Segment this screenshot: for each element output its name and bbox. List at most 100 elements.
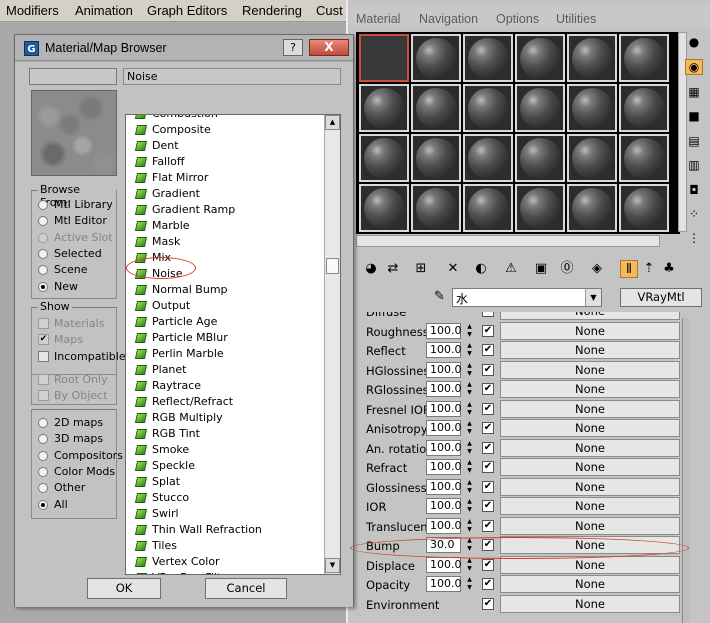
slots-horizontal-scrollbar[interactable]: [356, 235, 660, 247]
scroll-down-icon[interactable]: ▼: [325, 558, 340, 573]
radio-icon[interactable]: [38, 232, 48, 243]
make-unique-icon[interactable]: ⚠: [502, 260, 520, 278]
sample-type-icon[interactable]: ●: [685, 34, 703, 50]
map-enable-checkbox[interactable]: ✔: [482, 383, 494, 395]
radio-icon[interactable]: [38, 466, 48, 477]
material-slot[interactable]: [411, 34, 461, 82]
map-slot-button[interactable]: None: [500, 575, 680, 593]
menu-utilities[interactable]: Utilities: [556, 12, 596, 26]
make-preview-icon[interactable]: ▥: [685, 157, 703, 173]
params-scrollbar[interactable]: [682, 318, 690, 623]
material-slot[interactable]: [411, 134, 461, 182]
map-amount-field[interactable]: 100.0: [426, 556, 462, 573]
radio-icon[interactable]: [38, 281, 48, 292]
map-amount-field[interactable]: 100.0: [426, 381, 462, 397]
map-slot-button[interactable]: None: [500, 516, 680, 535]
material-slot[interactable]: [515, 184, 565, 232]
material-slot[interactable]: [463, 184, 513, 232]
menu-graph-editors[interactable]: Graph Editors: [147, 3, 227, 18]
menu-animation[interactable]: Animation: [75, 3, 133, 18]
map-enable-checkbox[interactable]: ✔: [482, 422, 494, 434]
map-enable-checkbox[interactable]: ✔: [482, 402, 494, 415]
map-amount-field[interactable]: 100.0: [426, 517, 462, 534]
radio-icon[interactable]: [38, 434, 48, 445]
material-slot[interactable]: [515, 34, 565, 82]
radio-icon[interactable]: [38, 200, 48, 210]
material-slot[interactable]: [463, 134, 513, 182]
spinner-icon[interactable]: ▲ ▼: [465, 440, 474, 456]
spinner-icon[interactable]: ▲ ▼: [465, 362, 474, 378]
close-button[interactable]: X: [309, 39, 349, 56]
map-enable-checkbox[interactable]: ✔: [482, 519, 494, 532]
spinner-icon[interactable]: ▲ ▼: [465, 401, 474, 417]
reset-map-icon[interactable]: ✕: [444, 260, 462, 278]
material-slot[interactable]: [463, 34, 513, 82]
radio-icon[interactable]: [38, 418, 48, 428]
material-name-field[interactable]: 水 ▼: [452, 288, 602, 307]
checkbox-icon[interactable]: [38, 390, 49, 402]
menu-navigation[interactable]: Navigation: [419, 12, 478, 26]
spinner-icon[interactable]: ▲ ▼: [465, 576, 474, 592]
video-color-check-icon[interactable]: ▤: [685, 133, 703, 149]
spinner-icon[interactable]: ▲ ▼: [465, 557, 474, 573]
material-slot[interactable]: [567, 84, 617, 132]
spinner-icon[interactable]: ▲ ▼: [465, 498, 474, 514]
map-amount-field[interactable]: 100.0: [426, 439, 462, 456]
radio-icon[interactable]: [38, 483, 48, 494]
scroll-thumb[interactable]: [326, 258, 339, 274]
chevron-down-icon[interactable]: ▼: [585, 289, 601, 306]
browser-search-field[interactable]: [29, 68, 117, 85]
material-slot[interactable]: [411, 184, 461, 232]
map-slot-button[interactable]: None: [500, 419, 680, 437]
map-slot-button[interactable]: None: [500, 341, 680, 359]
map-enable-checkbox[interactable]: ✔: [482, 500, 494, 512]
map-amount-field[interactable]: 100.0: [426, 459, 462, 475]
material-type-button[interactable]: VRayMtl: [620, 288, 702, 307]
map-slot-button[interactable]: None: [500, 458, 680, 476]
spinner-icon[interactable]: ▲ ▼: [465, 420, 474, 436]
map-amount-field[interactable]: 100.0: [426, 576, 462, 592]
cancel-button[interactable]: Cancel: [205, 578, 287, 599]
material-navigator-icon[interactable]: ⋮: [685, 230, 703, 246]
ok-button[interactable]: OK: [87, 578, 161, 599]
map-amount-field[interactable]: 100.0: [426, 478, 462, 495]
material-slot[interactable]: [619, 184, 669, 232]
backlight-icon[interactable]: ◉: [685, 59, 703, 75]
assign-to-selection-icon[interactable]: ⊞: [412, 260, 430, 278]
material-slot[interactable]: [619, 134, 669, 182]
map-enable-checkbox[interactable]: ✔: [482, 363, 494, 376]
map-slot-button[interactable]: None: [500, 399, 680, 418]
map-enable-checkbox[interactable]: ✔: [482, 480, 494, 493]
map-slot-button[interactable]: None: [500, 312, 680, 320]
map-list-scrollbar[interactable]: ▲ ▼: [324, 115, 340, 574]
spinner-icon[interactable]: ▲ ▼: [465, 518, 474, 534]
map-enable-checkbox[interactable]: ✔: [482, 597, 494, 610]
map-slot-button[interactable]: None: [500, 360, 680, 379]
spinner-icon[interactable]: ▲ ▼: [465, 342, 474, 358]
put-to-scene-icon[interactable]: ⇄: [384, 260, 402, 278]
material-slot[interactable]: [411, 84, 461, 132]
map-amount-field[interactable]: 100.0: [426, 322, 462, 339]
spinner-icon[interactable]: ▲ ▼: [465, 459, 474, 475]
material-slot[interactable]: [359, 34, 409, 82]
radio-icon[interactable]: [38, 248, 48, 259]
map-slot-button[interactable]: None: [500, 477, 680, 496]
menu-customize[interactable]: Cust: [316, 3, 343, 18]
map-amount-field[interactable]: 100.0: [426, 342, 462, 358]
map-slot-button[interactable]: None: [500, 594, 680, 613]
radio-icon[interactable]: [38, 265, 48, 276]
copy-material-icon[interactable]: ◐: [472, 260, 490, 278]
material-slot[interactable]: [359, 84, 409, 132]
menu-options[interactable]: Options: [496, 12, 539, 26]
spinner-icon[interactable]: ▲ ▼: [465, 479, 474, 495]
map-slot-button[interactable]: None: [500, 438, 680, 457]
map-slot-button[interactable]: None: [500, 497, 680, 515]
show-map-in-viewport-icon[interactable]: ◈: [588, 260, 606, 278]
checkbox-icon[interactable]: [38, 318, 49, 329]
spinner-icon[interactable]: ▲ ▼: [465, 323, 474, 339]
go-to-parent-icon[interactable]: ⇡: [640, 260, 658, 278]
map-enable-checkbox[interactable]: ✔: [482, 344, 494, 356]
map-enable-checkbox[interactable]: ✔: [482, 461, 494, 473]
radio-icon[interactable]: [38, 450, 48, 461]
background-checker-icon[interactable]: ▦: [685, 84, 703, 100]
